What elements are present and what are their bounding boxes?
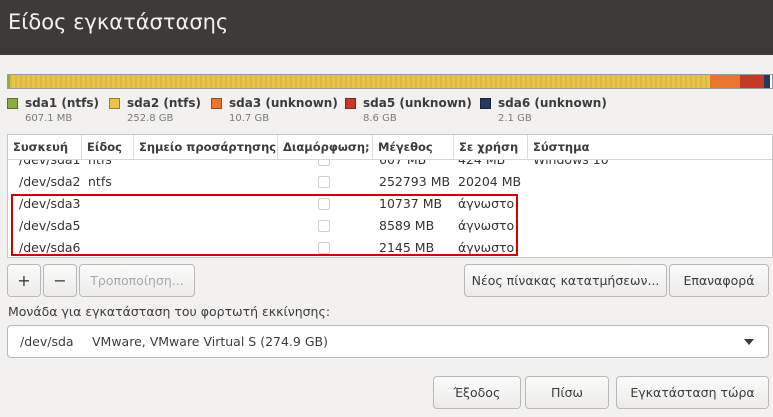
remove-partition-button[interactable]: −	[43, 264, 77, 297]
table-row[interactable]: /dev/sda2 ntfs 252793 MB 20204 MB	[8, 171, 772, 193]
table-row[interactable]: /dev/sda6 2145 MB άγνωστο	[8, 237, 772, 257]
partition-bar-segment	[10, 75, 711, 88]
partition-bar-segment	[710, 75, 740, 88]
column-header-size[interactable]: Μέγεθος	[373, 135, 454, 159]
cell-size: 10737 MB	[379, 196, 443, 211]
cell-device: /dev/sda2	[19, 174, 81, 189]
column-header-mount[interactable]: Σημείο προσάρτησης	[134, 135, 278, 159]
legend-size: 607.1 MB	[25, 113, 73, 124]
partition-rows: /dev/sda1 ntfs 607 MB 424 MB Windows 10 …	[8, 149, 772, 257]
title-bar: Είδος εγκατάστασης	[0, 0, 773, 55]
revert-button[interactable]: Επαναφορά	[669, 264, 769, 297]
partition-legend: sda1 (ntfs) 607.1 MB sda2 (ntfs) 252.8 G…	[0, 96, 773, 128]
change-partition-button[interactable]: Τροποποίηση...	[79, 264, 195, 297]
table-header: Συσκευή Είδος Σημείο προσάρτησης Διαμόρφ…	[8, 135, 772, 160]
legend-name: sda5 (unknown)	[363, 96, 472, 110]
format-checkbox[interactable]	[318, 176, 330, 188]
add-partition-button[interactable]: +	[7, 264, 41, 297]
column-header-format[interactable]: Διαμόρφωση;	[278, 135, 373, 159]
format-checkbox[interactable]	[318, 198, 330, 210]
cell-device: /dev/sda5	[19, 218, 81, 233]
cell-type: ntfs	[88, 174, 112, 189]
legend-swatch	[345, 98, 356, 109]
format-checkbox[interactable]	[318, 242, 330, 254]
legend-name: sda2 (ntfs)	[127, 96, 201, 110]
partition-table[interactable]: /dev/sda1 ntfs 607 MB 424 MB Windows 10 …	[7, 134, 773, 258]
format-checkbox[interactable]	[318, 220, 330, 232]
cell-device: /dev/sda6	[19, 240, 81, 255]
bootloader-description: VMware, VMware Virtual S (274.9 GB)	[92, 334, 328, 349]
back-button[interactable]: Πίσω	[525, 376, 609, 409]
cell-device: /dev/sda3	[19, 196, 81, 211]
legend-size: 8.6 GB	[363, 113, 397, 124]
quit-button[interactable]: Έξοδος	[433, 376, 521, 409]
window-title: Είδος εγκατάστασης	[8, 10, 229, 34]
table-row[interactable]: /dev/sda3 10737 MB άγνωστο	[8, 193, 772, 215]
bootloader-label: Μονάδα για εγκατάσταση του φορτωτή εκκίν…	[8, 304, 331, 319]
column-header-used[interactable]: Σε χρήση	[454, 135, 528, 159]
legend-name: sda3 (unknown)	[229, 96, 338, 110]
cell-used: άγνωστο	[458, 240, 515, 255]
legend-swatch	[480, 98, 491, 109]
column-header-type[interactable]: Είδος	[82, 135, 134, 159]
cell-size: 2145 MB	[379, 240, 435, 255]
legend-swatch	[7, 98, 18, 109]
legend-swatch	[211, 98, 222, 109]
cell-used: άγνωστο	[458, 196, 515, 211]
legend-name: sda1 (ntfs)	[25, 96, 99, 110]
partition-usage-bar	[7, 74, 773, 89]
table-row[interactable]: /dev/sda5 8589 MB άγνωστο	[8, 215, 772, 237]
chevron-down-icon	[744, 339, 754, 345]
legend-size: 252.8 GB	[127, 113, 174, 124]
legend-name: sda6 (unknown)	[498, 96, 607, 110]
bootloader-device: /dev/sda	[20, 334, 74, 349]
cell-used: άγνωστο	[458, 218, 515, 233]
column-header-system[interactable]: Σύστημα	[528, 135, 772, 159]
cell-used: 20204 MB	[458, 174, 522, 189]
install-now-button[interactable]: Εγκατάσταση τώρα	[616, 376, 769, 409]
column-header-device[interactable]: Συσκευή	[8, 135, 82, 159]
partition-bar-segment	[739, 75, 764, 88]
new-partition-table-button[interactable]: Νέος πίνακας κατατμήσεων...	[464, 264, 667, 297]
cell-size: 252793 MB	[379, 174, 451, 189]
partition-bar-segment	[769, 75, 772, 88]
cell-size: 8589 MB	[379, 218, 435, 233]
bootloader-device-select[interactable]: /dev/sda VMware, VMware Virtual S (274.9…	[7, 325, 769, 358]
legend-swatch	[109, 98, 120, 109]
legend-size: 2.1 GB	[498, 113, 532, 124]
legend-size: 10.7 GB	[229, 113, 270, 124]
